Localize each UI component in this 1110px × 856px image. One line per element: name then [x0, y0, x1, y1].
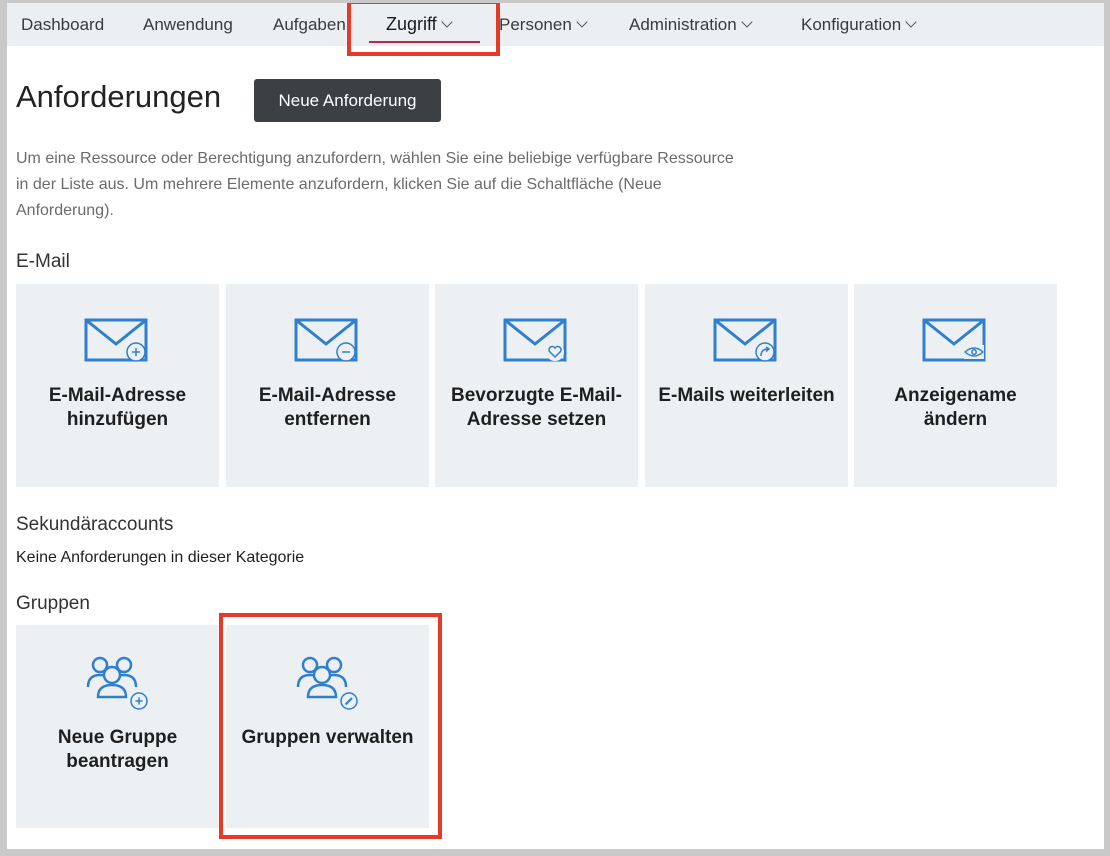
nav-item-konfiguration[interactable]: Konfiguration [801, 3, 917, 46]
tile-label: E-Mails weiterleiten [658, 385, 835, 406]
highlight-box-nav [347, 3, 500, 56]
section-title-secondary: Sekundäraccounts [16, 514, 174, 535]
group-plus-icon [16, 649, 219, 713]
nav-item-anwendung[interactable]: Anwendung [143, 3, 233, 46]
nav-item-administration[interactable]: Administration [629, 3, 753, 46]
tile-label: Anzeigename ändern [894, 385, 1017, 430]
nav-item-label: Anwendung [143, 15, 233, 34]
mail-minus-icon [226, 316, 429, 366]
tile-new-group[interactable]: Neue Gruppe beantragen [16, 625, 219, 828]
section-title-groups: Gruppen [16, 593, 90, 614]
chevron-down-icon [905, 16, 917, 28]
app-frame: Dashboard Anwendung Aufgaben Zugriff Per… [7, 3, 1104, 849]
chevron-down-icon [576, 16, 588, 28]
nav-item-dashboard[interactable]: Dashboard [21, 3, 104, 46]
mail-heart-icon [435, 316, 638, 366]
tile-add-email[interactable]: E-Mail-Adresse hinzufügen [16, 284, 219, 487]
mail-forward-icon [645, 316, 848, 366]
nav-item-label: Dashboard [21, 15, 105, 34]
tile-label: Neue Gruppe beantragen [57, 727, 178, 772]
tile-label: E-Mail-Adresse entfernen [258, 385, 397, 430]
empty-category-text: Keine Anforderungen in dieser Kategorie [16, 549, 305, 566]
tile-change-display-name[interactable]: Anzeigename ändern [854, 284, 1057, 487]
section-title-email: E-Mail [16, 251, 70, 272]
mail-plus-icon [16, 316, 219, 366]
page-title: Anforderungen [16, 79, 222, 114]
nav-item-label: Administration [629, 15, 737, 34]
tile-label: Bevorzugte E-Mail-Adresse setzen [450, 385, 623, 430]
nav-item-label: Personen [499, 15, 572, 34]
intro-text: Um eine Ressource oder Berechtigung anzu… [16, 150, 734, 219]
tile-preferred-email[interactable]: Bevorzugte E-Mail-Adresse setzen [435, 284, 638, 487]
top-navigation: Dashboard Anwendung Aufgaben Zugriff Per… [7, 3, 1104, 46]
tile-label: E-Mail-Adresse hinzufügen [48, 385, 187, 430]
tile-forward-email[interactable]: E-Mails weiterleiten [645, 284, 848, 487]
new-request-button[interactable]: Neue Anforderung [254, 79, 441, 122]
nav-item-label: Aufgaben [273, 15, 346, 34]
nav-item-label: Konfiguration [801, 15, 902, 34]
nav-item-aufgaben[interactable]: Aufgaben [273, 3, 346, 46]
highlight-box-manage-groups [219, 613, 442, 839]
nav-item-personen[interactable]: Personen [499, 3, 588, 46]
chevron-down-icon [741, 16, 753, 28]
mail-eye-icon [854, 316, 1057, 366]
tile-remove-email[interactable]: E-Mail-Adresse entfernen [226, 284, 429, 487]
